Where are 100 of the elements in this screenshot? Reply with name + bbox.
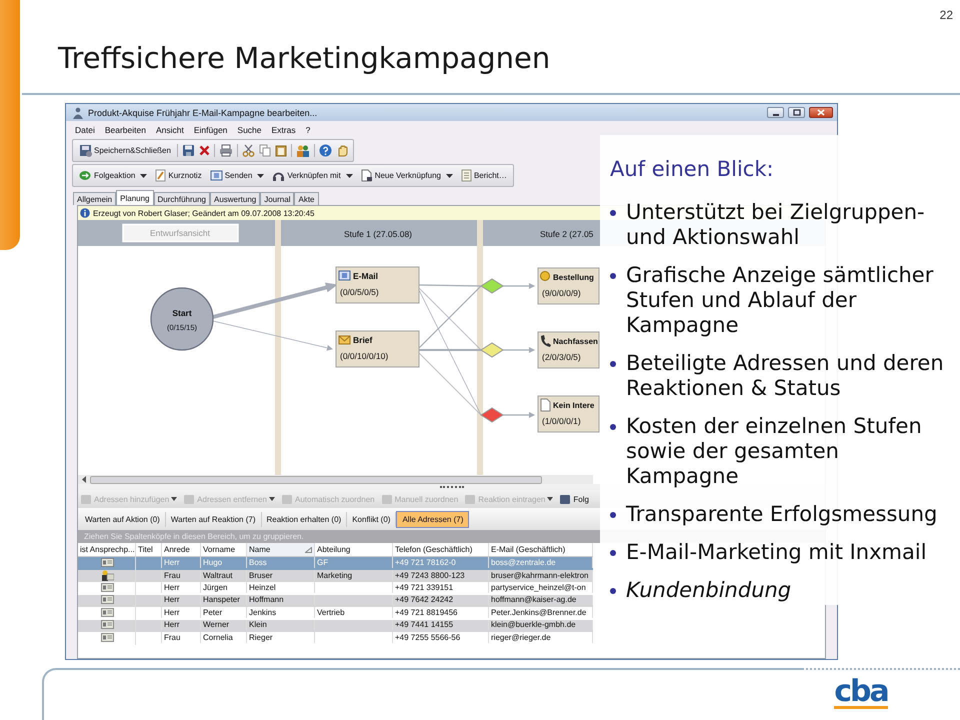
- menu-item[interactable]: Ansicht: [156, 124, 184, 134]
- tab[interactable]: Planung: [116, 190, 154, 205]
- person-icon: [72, 106, 84, 118]
- filter-tab[interactable]: Warten auf Reaktion (7): [166, 512, 262, 526]
- menu-item[interactable]: Bearbeiten: [104, 124, 146, 134]
- envelope-icon: [338, 336, 350, 344]
- tab[interactable]: Durchführung: [154, 192, 210, 205]
- menu-item[interactable]: Extras: [272, 124, 296, 134]
- table-cell: Heinzel: [247, 582, 315, 593]
- table-cell: Herr: [162, 582, 201, 593]
- action-node[interactable]: [336, 266, 420, 304]
- hand-icon[interactable]: [336, 144, 349, 157]
- connector-arrow: [503, 283, 535, 289]
- table-cell: Herr: [162, 557, 201, 568]
- menu-item[interactable]: ?: [306, 124, 310, 134]
- table-cell: GF: [315, 557, 393, 568]
- stage-title: Stufe 1 (27.05.08): [344, 229, 412, 239]
- column-header[interactable]: ist Ansprechp...: [78, 543, 136, 556]
- table-cell: Bruser: [247, 570, 315, 582]
- bullet-dot: [610, 210, 616, 216]
- decision-node[interactable]: [480, 407, 504, 423]
- column-header[interactable]: Name: [247, 543, 315, 556]
- node-counts: (1/0/0/0/1): [542, 416, 581, 426]
- toolbar-button[interactable]: Folgeaktion: [77, 168, 150, 184]
- table-row[interactable]: Frau Waltraut Bruser Marketing +49 7243 8800-123 bruser@kahrmann-elektron: [78, 570, 593, 582]
- menu-item[interactable]: Einfügen: [194, 124, 228, 134]
- toolbar-button[interactable]: Kurznotiz: [153, 168, 204, 184]
- table-row[interactable]: Herr Hanspeter Hoffmann +49 7642 24242 hoffmann@kaiser-ag.de: [78, 594, 593, 607]
- column-header[interactable]: Telefon (Geschäftlich): [393, 543, 489, 556]
- delete-icon[interactable]: [198, 145, 210, 156]
- column-header[interactable]: Titel: [136, 543, 162, 556]
- tab[interactable]: Auswertung: [210, 192, 260, 205]
- tab[interactable]: Allgemein: [73, 192, 116, 205]
- menu-item[interactable]: Suche: [237, 124, 262, 134]
- result-node[interactable]: [538, 332, 600, 368]
- print-icon[interactable]: [218, 144, 233, 157]
- tab[interactable]: Akte: [294, 192, 318, 205]
- column-header[interactable]: E-Mail (Geschäftlich): [489, 543, 593, 556]
- table-cell: +49 7243 8800-123: [393, 570, 489, 582]
- result-node[interactable]: [538, 396, 600, 432]
- column-header[interactable]: Anrede: [162, 543, 201, 556]
- table-cell: Hugo: [201, 557, 247, 568]
- scroll-thumb[interactable]: [90, 476, 542, 484]
- table-cell: Peter: [201, 607, 247, 618]
- save-icon[interactable]: [182, 144, 195, 157]
- action-node[interactable]: [336, 330, 420, 368]
- minimize-button[interactable]: [767, 107, 784, 118]
- caret-icon: [269, 497, 275, 501]
- toolbar-button[interactable]: Verknüpfen mit: [270, 168, 355, 184]
- node-label: Brief: [353, 335, 372, 345]
- bullet-text: Kosten der einzelnen Stufen sowie der gesamten Kampagne: [626, 414, 923, 489]
- table-cell: +49 721 8819456: [393, 607, 489, 618]
- window-title: Produkt-Akquise Frühjahr E-Mail-Kampagne bearbeiten...: [88, 108, 318, 118]
- node-label: E-Mail: [353, 271, 378, 281]
- copy-icon[interactable]: [258, 144, 271, 157]
- action-button[interactable]: Folg: [559, 494, 589, 504]
- tab[interactable]: Journal: [260, 192, 294, 205]
- table-cell: Herr: [162, 620, 201, 630]
- people-icon[interactable]: [296, 144, 310, 157]
- square-icon: [464, 494, 476, 504]
- paste-icon[interactable]: [274, 144, 287, 157]
- table-cell: boss@zentrale.de: [489, 557, 593, 568]
- bullet-dot: [610, 424, 616, 430]
- window-icon: [210, 170, 223, 181]
- table-cell: partyservice_heinzel@t-on: [489, 582, 593, 593]
- horizontal-scrollbar[interactable]: [78, 475, 593, 484]
- close-button[interactable]: [809, 107, 833, 118]
- start-node[interactable]: [150, 287, 214, 351]
- maximize-button[interactable]: [788, 107, 805, 118]
- toolbar-button[interactable]: Bericht…: [458, 168, 509, 184]
- save-close-button[interactable]: Speichern&Schließen: [77, 142, 173, 158]
- filter-tab[interactable]: Alle Adressen (7): [396, 510, 470, 528]
- bullet-dot: [610, 273, 616, 279]
- table-cell: Vertrieb: [315, 607, 393, 618]
- scroll-left-icon[interactable]: [81, 476, 87, 483]
- result-node[interactable]: [538, 268, 600, 304]
- cut-icon[interactable]: [242, 144, 255, 157]
- phone-icon: [541, 335, 551, 347]
- table-cell: bruser@kahrmann-elektron: [489, 570, 593, 582]
- table-row[interactable]: Herr Werner Klein +49 7441 14155 klein@buerkle-gmbh.de: [78, 620, 593, 632]
- decision-node[interactable]: [480, 342, 504, 358]
- table-cell: +49 7441 14155: [393, 620, 489, 630]
- connector-arrow: [503, 412, 535, 418]
- square-icon: [183, 494, 196, 504]
- node-counts: (0/0/10/0/10): [340, 351, 388, 361]
- menu-item[interactable]: Datei: [75, 124, 95, 134]
- toolbar-button[interactable]: Neue Verknüpfung: [358, 168, 455, 184]
- toolbar-button[interactable]: Senden: [208, 168, 266, 184]
- note-icon: [155, 169, 166, 182]
- stage-title: Stufe 2 (27.05: [540, 229, 594, 239]
- table-cell: Werner: [201, 620, 247, 630]
- decision-node[interactable]: [480, 278, 504, 294]
- help-icon[interactable]: [318, 144, 332, 157]
- table-cell: Herr: [162, 607, 201, 618]
- filter-tab[interactable]: Warten auf Aktion (0): [80, 512, 166, 526]
- table-cell: Peter.Jenkins@Brenner.de: [489, 607, 593, 618]
- filter-tab[interactable]: Reaktion erhalten (0): [262, 512, 348, 526]
- column-header[interactable]: Abteilung: [315, 543, 393, 556]
- bullet-dot: [610, 550, 616, 556]
- caret-icon: [547, 497, 554, 501]
